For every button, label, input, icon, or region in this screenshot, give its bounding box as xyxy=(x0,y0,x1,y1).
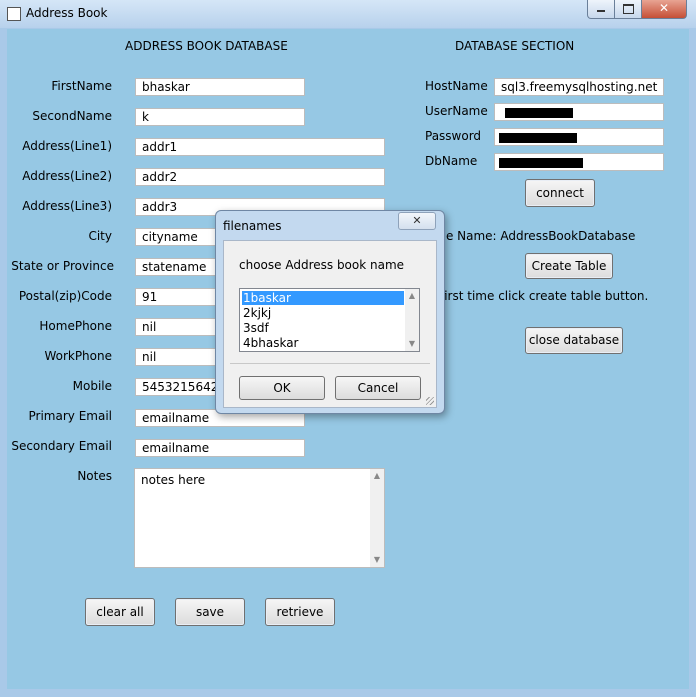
username-input[interactable] xyxy=(494,103,664,121)
ok-button[interactable]: OK xyxy=(239,376,325,400)
listbox-scrollbar[interactable]: ▲ ▼ xyxy=(405,289,419,351)
address1-label: Address(Line1) xyxy=(22,139,112,153)
list-item[interactable]: 4bhaskar xyxy=(242,336,404,350)
notes-text: notes here xyxy=(141,473,206,487)
dbname-input[interactable] xyxy=(494,153,664,171)
dbname-label: DbName xyxy=(425,154,478,168)
scroll-up-icon[interactable]: ▲ xyxy=(405,289,419,303)
dialog-title: filenames xyxy=(223,219,282,233)
first-name-input[interactable]: bhaskar xyxy=(135,78,305,96)
secondary-email-input[interactable]: emailname xyxy=(135,439,305,457)
notes-textarea[interactable]: notes here ▲ ▼ xyxy=(134,468,385,568)
filenames-dialog: filenames ✕ choose Address book name 1ba… xyxy=(215,210,445,414)
maximize-icon xyxy=(623,4,634,14)
secondary-email-label: Secondary Email xyxy=(11,439,112,453)
redaction-bar xyxy=(499,158,583,168)
username-label: UserName xyxy=(425,104,488,118)
dialog-prompt: choose Address book name xyxy=(239,258,405,272)
notes-label: Notes xyxy=(77,469,112,483)
hostname-label: HostName xyxy=(425,79,488,93)
resize-grip-icon[interactable] xyxy=(426,397,434,405)
redaction-bar xyxy=(505,108,573,118)
primary-email-label: Primary Email xyxy=(28,409,112,423)
scroll-down-icon[interactable]: ▼ xyxy=(405,337,419,351)
app-icon xyxy=(7,7,21,21)
clear-all-button[interactable]: clear all xyxy=(85,598,155,626)
home-phone-label: HomePhone xyxy=(39,319,112,333)
dialog-close-icon[interactable]: ✕ xyxy=(398,212,436,230)
address1-input[interactable]: addr1 xyxy=(135,138,385,156)
postal-label: Postal(zip)Code xyxy=(18,289,112,303)
connect-button[interactable]: connect xyxy=(525,179,595,207)
list-item[interactable]: 1baskar xyxy=(242,291,404,305)
list-item[interactable]: 3sdf xyxy=(242,321,404,335)
cancel-button[interactable]: Cancel xyxy=(335,376,421,400)
save-button[interactable]: save xyxy=(175,598,245,626)
main-window: Address Book ✕ ADDRESS BOOK DATABASE DAT… xyxy=(0,0,696,697)
maximize-button[interactable] xyxy=(614,0,642,19)
left-section-title: ADDRESS BOOK DATABASE xyxy=(125,39,288,53)
state-label: State or Province xyxy=(11,259,114,273)
retrieve-button[interactable]: retrieve xyxy=(265,598,335,626)
notes-scrollbar[interactable]: ▲ ▼ xyxy=(370,469,384,567)
scroll-down-icon[interactable]: ▼ xyxy=(370,553,384,567)
dialog-body: choose Address book name 1baskar 2kjkj 3… xyxy=(223,240,437,408)
minimize-button[interactable] xyxy=(587,0,615,19)
address-book-listbox[interactable]: 1baskar 2kjkj 3sdf 4bhaskar ▲ ▼ xyxy=(239,288,420,352)
work-phone-label: WorkPhone xyxy=(44,349,112,363)
redaction-bar xyxy=(499,133,577,143)
address3-label: Address(Line3) xyxy=(22,199,112,213)
close-database-button[interactable]: close database xyxy=(525,327,623,354)
close-icon: ✕ xyxy=(658,1,670,15)
dialog-separator xyxy=(230,363,430,364)
scroll-up-icon[interactable]: ▲ xyxy=(370,469,384,483)
password-input[interactable] xyxy=(494,128,664,146)
minimize-icon xyxy=(597,10,605,12)
address2-input[interactable]: addr2 xyxy=(135,168,385,186)
window-title: Address Book xyxy=(26,6,108,20)
table-name-label: ble Name: AddressBookDatabase xyxy=(435,229,636,243)
list-item[interactable]: 2kjkj xyxy=(242,306,404,320)
title-bar[interactable]: Address Book ✕ xyxy=(0,0,696,28)
password-label: Password xyxy=(425,129,482,143)
hostname-input[interactable]: sql3.freemysqlhosting.net xyxy=(494,78,664,96)
first-name-label: FirstName xyxy=(51,79,112,93)
address2-label: Address(Line2) xyxy=(22,169,112,183)
create-table-button[interactable]: Create Table xyxy=(525,253,613,279)
mobile-label: Mobile xyxy=(72,379,112,393)
create-table-hint: first time click create table button. xyxy=(440,289,649,303)
city-label: City xyxy=(88,229,112,243)
second-name-input[interactable]: k xyxy=(135,108,305,126)
close-window-button[interactable]: ✕ xyxy=(641,0,687,19)
right-section-title: DATABASE SECTION xyxy=(455,39,575,53)
second-name-label: SecondName xyxy=(32,109,112,123)
